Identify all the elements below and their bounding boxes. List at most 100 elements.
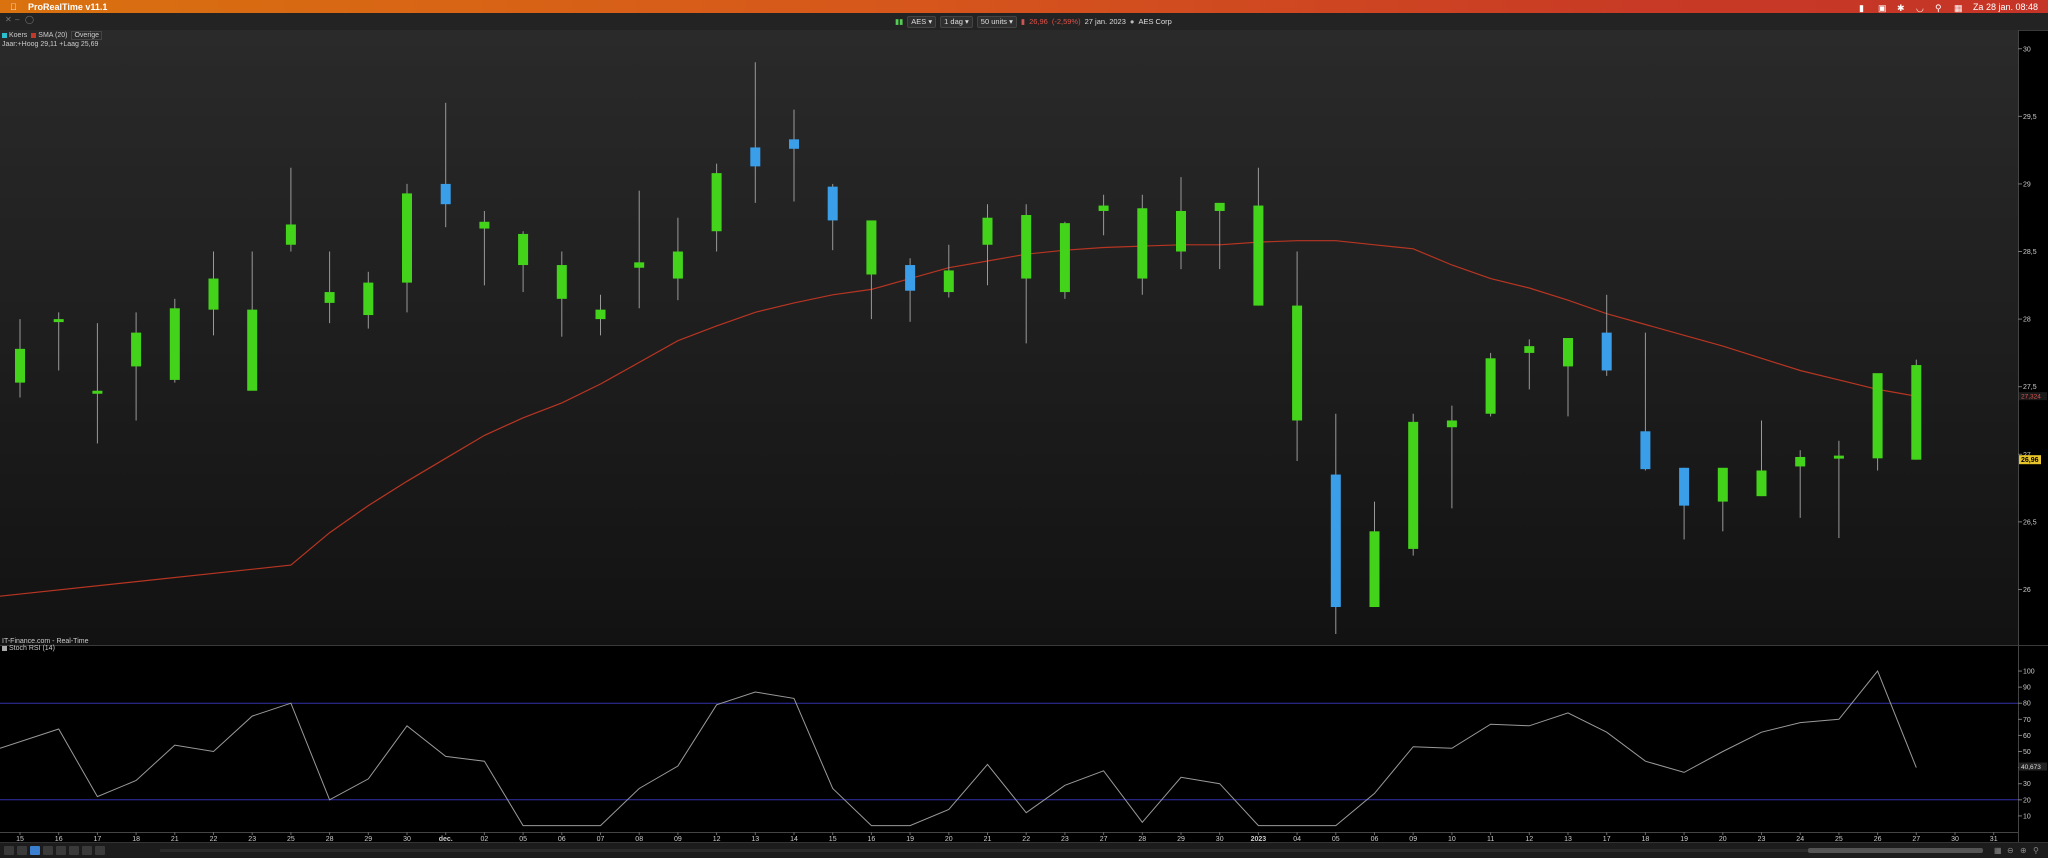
candle-body (982, 217, 993, 245)
detach-window-icon[interactable]: ◯ (25, 16, 34, 24)
price-tick-label: 29 (2023, 181, 2031, 188)
candle (1485, 352, 1496, 417)
candle-body (1795, 456, 1806, 467)
candle-body (750, 147, 761, 167)
candle-body (208, 278, 219, 310)
print-tool-icon[interactable] (95, 846, 105, 855)
candle-body (595, 309, 606, 320)
menubar-clock[interactable]: Za 28 jan. 08:48 (1973, 2, 2038, 12)
quote-date: 27 jan. 2023 (1084, 17, 1126, 26)
price-tick-label: 28,5 (2023, 249, 2037, 256)
zoom-reset-icon[interactable]: ⚲ (2033, 846, 2042, 855)
legend-overige-button[interactable]: Overige (71, 31, 102, 40)
price-tick-label: 29,5 (2023, 114, 2037, 121)
candle-body (1137, 208, 1148, 279)
candle-body (827, 186, 838, 221)
wifi-icon[interactable]: ◡ (1916, 3, 1925, 13)
indicator-tool-icon[interactable] (69, 846, 79, 855)
apple-icon[interactable]:  (10, 2, 18, 11)
company-name: AES Corp (1138, 17, 1172, 26)
candle-body (1330, 474, 1341, 608)
zoom-fit-icon[interactable]: ▦ (1994, 846, 2003, 855)
candle (1911, 359, 1922, 460)
close-window-icon[interactable]: ✕ (5, 16, 12, 24)
pencil-tool-icon[interactable] (4, 846, 14, 855)
units-dropdown[interactable]: 50 units ▾ (976, 15, 1017, 28)
price-tick-label: 27,5 (2023, 384, 2037, 391)
candle (1059, 221, 1070, 299)
sma-value-label: 27,324 (2021, 394, 2041, 401)
date-x-axis: 15 16 17 18 21 22 23 25 28 29 30 dec. 02 05 06 07 08 09 12… (16, 832, 1998, 842)
legend-sma-item[interactable]: SMA (20) (31, 32, 67, 39)
candle-body (1408, 421, 1419, 549)
symbol-dropdown[interactable]: AES ▾ (907, 15, 937, 28)
pointer-tool-icon[interactable] (17, 846, 27, 855)
last-price: 26,96 (1029, 17, 1048, 26)
stoch-tick-label: 90 (2023, 685, 2031, 692)
timeframe-dropdown[interactable]: 1 dag ▾ (940, 15, 973, 28)
price-panel-background (0, 30, 2018, 645)
indicator-legend[interactable]: Stoch RSI (14) (2, 645, 55, 652)
candle-body (1524, 346, 1535, 353)
macos-menu-bar:  ProRealTime v11.1 ▮ ▣ ✱ ◡ ⚲ ▦ Za 28 ja… (0, 0, 2048, 13)
layout-tool-icon[interactable] (43, 846, 53, 855)
app-title[interactable]: ProRealTime v11.1 (28, 2, 107, 12)
candle-body (1021, 215, 1032, 279)
candle-body (943, 270, 954, 293)
candle-body (1756, 470, 1767, 497)
battery-status-icon[interactable]: ▮ (1859, 3, 1868, 13)
zoom-controls: ▦ ⊖ ⊕ ⚲ (1994, 846, 2042, 855)
chart-scrollbar-track[interactable] (160, 849, 1980, 852)
search-icon[interactable]: ⚲ (1935, 3, 1944, 13)
stoch-tick-label: 20 (2023, 797, 2031, 804)
drawing-tools (4, 846, 105, 855)
symbol-value: AES (911, 16, 927, 26)
separator-dot: ● (1129, 17, 1135, 26)
crosshair-tool-icon[interactable] (30, 846, 40, 855)
candle-body (866, 220, 877, 275)
stoch-y-axis: 10090807060504030201040,673 (2018, 669, 2047, 820)
alert-tool-icon[interactable] (82, 846, 92, 855)
zoom-in-icon[interactable]: ⊕ (2020, 846, 2029, 855)
control-center-icon[interactable]: ▦ (1954, 3, 1963, 13)
legend-price-swatch (2, 32, 7, 38)
candle-body (634, 262, 645, 268)
candle-body (711, 173, 722, 232)
candle-body (672, 251, 683, 279)
stoch-tick-label: 70 (2023, 717, 2031, 724)
indicator-swatch (2, 645, 7, 651)
candle-body (1098, 205, 1109, 211)
bluetooth-icon[interactable]: ✱ (1897, 3, 1906, 13)
indicator-label: Stoch RSI (14) (9, 645, 55, 652)
keyboard-icon[interactable]: ▣ (1878, 3, 1887, 13)
window-controls: ✕ – ◯ (5, 16, 34, 24)
candle (1408, 413, 1419, 556)
candle-body (324, 292, 335, 303)
minimize-window-icon[interactable]: – (15, 16, 21, 24)
zoom-out-icon[interactable]: ⊖ (2007, 846, 2016, 855)
bottom-toolbar: ▦ ⊖ ⊕ ⚲ (0, 842, 2048, 858)
candle-body (169, 308, 180, 380)
price-chart-canvas[interactable]: 3029,52928,52827,52726,52627,32426,96 10… (0, 30, 2048, 842)
stoch-tick-label: 80 (2023, 701, 2031, 708)
candle-body (1601, 332, 1612, 371)
stoch-tick-label: 60 (2023, 733, 2031, 740)
stoch-tick-label: 50 (2023, 749, 2031, 756)
price-tick-label: 30 (2023, 46, 2031, 53)
price-tick-label: 26 (2023, 587, 2031, 594)
stoch-tick-label: 100 (2023, 669, 2035, 676)
timeframe-value: 1 dag (944, 16, 963, 26)
price-y-axis: 3029,52928,52827,52726,52627,32426,96 (2018, 46, 2047, 594)
chart-scrollbar-thumb[interactable] (1808, 848, 1983, 853)
legend-sma-label: SMA (20) (38, 32, 68, 39)
chart-type-icon[interactable]: ▮▮ (895, 17, 903, 26)
candle-body (556, 265, 567, 299)
candle-body (440, 183, 451, 205)
candle-body (518, 233, 529, 266)
candle-body (92, 390, 103, 394)
grid-tool-icon[interactable] (56, 846, 66, 855)
candle-body (131, 332, 142, 367)
price-legend: Koers SMA (20) Overige (2, 31, 102, 40)
legend-price-item[interactable]: Koers (2, 32, 27, 39)
candle-body (1563, 338, 1573, 367)
